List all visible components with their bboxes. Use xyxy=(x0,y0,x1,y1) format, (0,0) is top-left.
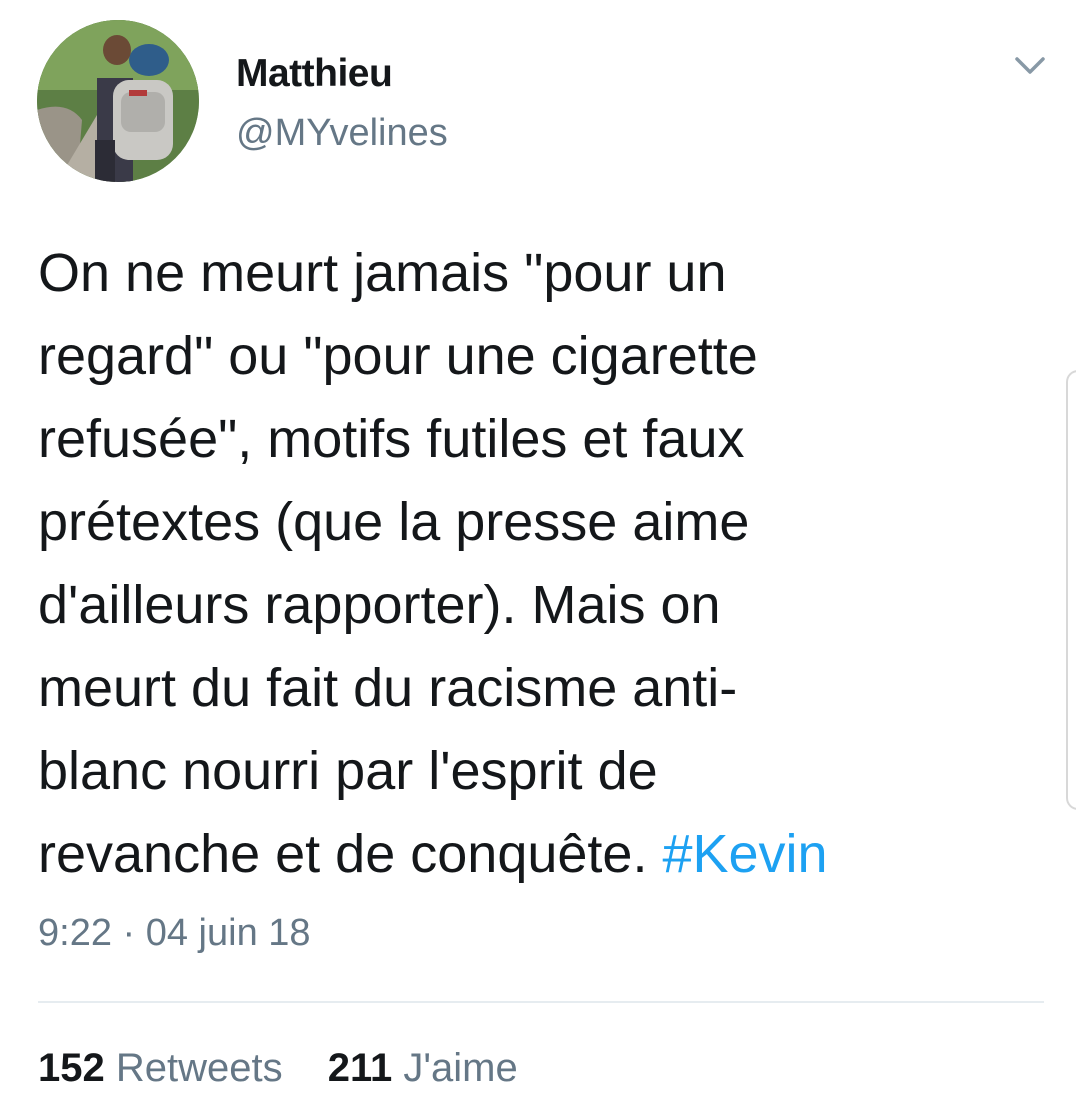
engagement-stats: 152 Retweets 211 J'aime xyxy=(38,1046,552,1091)
tweet-text-line: d'ailleurs rapporter). Mais on xyxy=(38,575,721,635)
divider xyxy=(38,1001,1044,1003)
retweets-label: Retweets xyxy=(115,1046,283,1090)
tweet-timestamp[interactable]: 9:22 · 04 juin 18 xyxy=(38,912,311,955)
tweet-text-line: prétextes (que la presse aime xyxy=(38,492,750,552)
tweet-text-line-last: revanche et de conquête. #Kevin xyxy=(38,813,1018,896)
tweet-text-fragment: revanche et de conquête. xyxy=(38,824,663,884)
author-display-name[interactable]: Matthieu xyxy=(236,52,393,96)
avatar[interactable] xyxy=(37,20,199,182)
tweet-text-line: On ne meurt jamais "pour un xyxy=(38,243,727,303)
chevron-down-icon[interactable] xyxy=(1010,48,1050,82)
avatar-photo xyxy=(37,20,199,182)
hashtag-link[interactable]: #Kevin xyxy=(662,824,827,884)
likes-label: J'aime xyxy=(403,1046,518,1090)
likes-count: 211 xyxy=(327,1046,393,1090)
retweets-count: 152 xyxy=(38,1046,105,1090)
tweet-text-line: regard" ou "pour une cigarette xyxy=(38,326,758,386)
tweet-text-line: meurt du fait du racisme anti- xyxy=(38,658,738,718)
tweet-text-line: refusée", motifs futiles et faux xyxy=(38,409,745,469)
likes-stat[interactable]: 211 J'aime xyxy=(328,1046,518,1090)
author-handle[interactable]: @MYvelines xyxy=(236,112,448,155)
retweets-stat[interactable]: 152 Retweets xyxy=(38,1046,294,1090)
tweet-text: On ne meurt jamais "pour un regard" ou "… xyxy=(38,232,1018,896)
tweet-text-line: blanc nourri par l'esprit de xyxy=(38,741,658,801)
scroll-edge-handle[interactable] xyxy=(1066,370,1076,810)
